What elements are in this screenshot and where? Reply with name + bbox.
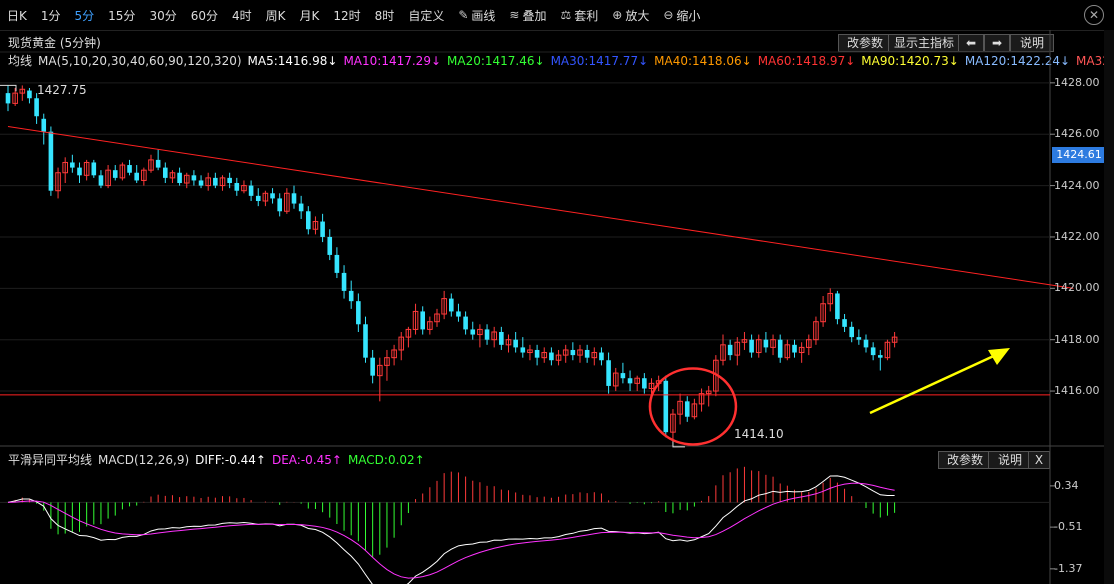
candle-body-down — [470, 329, 476, 335]
candle-body-down — [291, 193, 297, 204]
candle-body-down — [484, 329, 490, 340]
candle-body-down — [112, 170, 118, 178]
candle-body-down — [549, 352, 554, 361]
candle-body-down — [70, 162, 75, 168]
candle-body-down — [98, 175, 104, 186]
candle-body-down — [177, 172, 182, 184]
candle-body-down — [642, 378, 647, 389]
candle-body-down — [684, 401, 690, 417]
candle-body-down — [513, 339, 518, 348]
candle-body-down — [663, 380, 669, 433]
candle-body-down — [255, 195, 261, 201]
candle-body-down — [277, 198, 282, 212]
candle-body-down — [306, 211, 311, 230]
y-tick-label: 1420.00 — [1054, 281, 1100, 295]
up-arrow-shaft — [869, 352, 999, 415]
candle-body-down — [606, 360, 611, 386]
candle-body-down — [48, 131, 54, 191]
candle-body-down — [620, 373, 626, 379]
candle-body-down — [191, 175, 197, 181]
candle-body-down — [41, 118, 47, 132]
y-tick-label: 1416.00 — [1054, 384, 1100, 398]
kline-chart[interactable] — [0, 0, 1114, 584]
candle-body-down — [449, 298, 454, 312]
candle-body-down — [77, 167, 82, 176]
candle-body-down — [870, 347, 876, 356]
candle-body-down — [327, 236, 333, 255]
candle-body-down — [420, 311, 425, 330]
candle-body-down — [163, 167, 168, 178]
candle-body-down — [27, 90, 32, 99]
candle-body-down — [320, 221, 325, 237]
macd-tick-label: -0.51 — [1054, 520, 1083, 534]
candle-body-down — [127, 165, 132, 173]
candle-body-down — [227, 177, 232, 184]
trend-line — [7, 126, 1074, 289]
high-price-annotation: 1427.75 — [37, 83, 87, 97]
candle-body-down — [456, 311, 461, 317]
candle-body-down — [234, 183, 240, 191]
candle-body-down — [534, 349, 540, 358]
candle-body-down — [463, 316, 468, 330]
candle-body-down — [727, 344, 733, 356]
current-price-tag: 1424.61 — [1052, 147, 1106, 163]
y-tick-label: 1426.00 — [1054, 127, 1100, 141]
macd-tick-label: 0.34 — [1054, 478, 1079, 492]
y-tick-label: 1424.00 — [1054, 178, 1100, 192]
candle-body-down — [849, 326, 854, 338]
candle-body-down — [155, 159, 161, 168]
candle-body-down — [584, 349, 590, 358]
candle-body-down — [341, 272, 347, 291]
candle-body-down — [213, 177, 218, 186]
candle-body-down — [792, 344, 797, 353]
candle-body-down — [370, 357, 375, 376]
candle-body-down — [248, 185, 254, 196]
candle-body-down — [334, 254, 340, 273]
candle-body-down — [356, 301, 361, 325]
candle-body-down — [134, 172, 139, 181]
y-tick-label: 1428.00 — [1054, 75, 1100, 89]
candle-body-down — [835, 293, 840, 320]
candle-body-down — [298, 203, 304, 212]
candle-body-down — [499, 331, 504, 345]
candle-body-down — [348, 290, 354, 302]
candle-body-down — [627, 378, 633, 384]
candle-body-down — [363, 324, 368, 358]
candle-body-down — [270, 193, 275, 199]
candle-body-down — [5, 93, 11, 104]
candle-body-down — [878, 355, 883, 358]
macd-tick-label: -1.37 — [1054, 561, 1083, 575]
candle-body-down — [842, 319, 847, 327]
candle-body-down — [749, 339, 754, 353]
highlight-circle — [648, 367, 738, 446]
candle-body-down — [198, 180, 204, 186]
candle-body-down — [599, 352, 604, 361]
candle-body-down — [856, 337, 862, 340]
vertical-scrollbar[interactable] — [1104, 30, 1114, 584]
low-price-annotation: 1414.10 — [734, 427, 784, 441]
candle-body-down — [34, 98, 39, 117]
candle-body-down — [763, 339, 769, 348]
candle-body-down — [863, 339, 869, 348]
candle-body-down — [91, 162, 97, 176]
candle-body-down — [777, 339, 783, 358]
y-tick-label: 1422.00 — [1054, 229, 1100, 243]
candle-body-down — [520, 347, 526, 353]
candle-body-down — [570, 349, 576, 356]
y-tick-label: 1418.00 — [1054, 332, 1100, 346]
